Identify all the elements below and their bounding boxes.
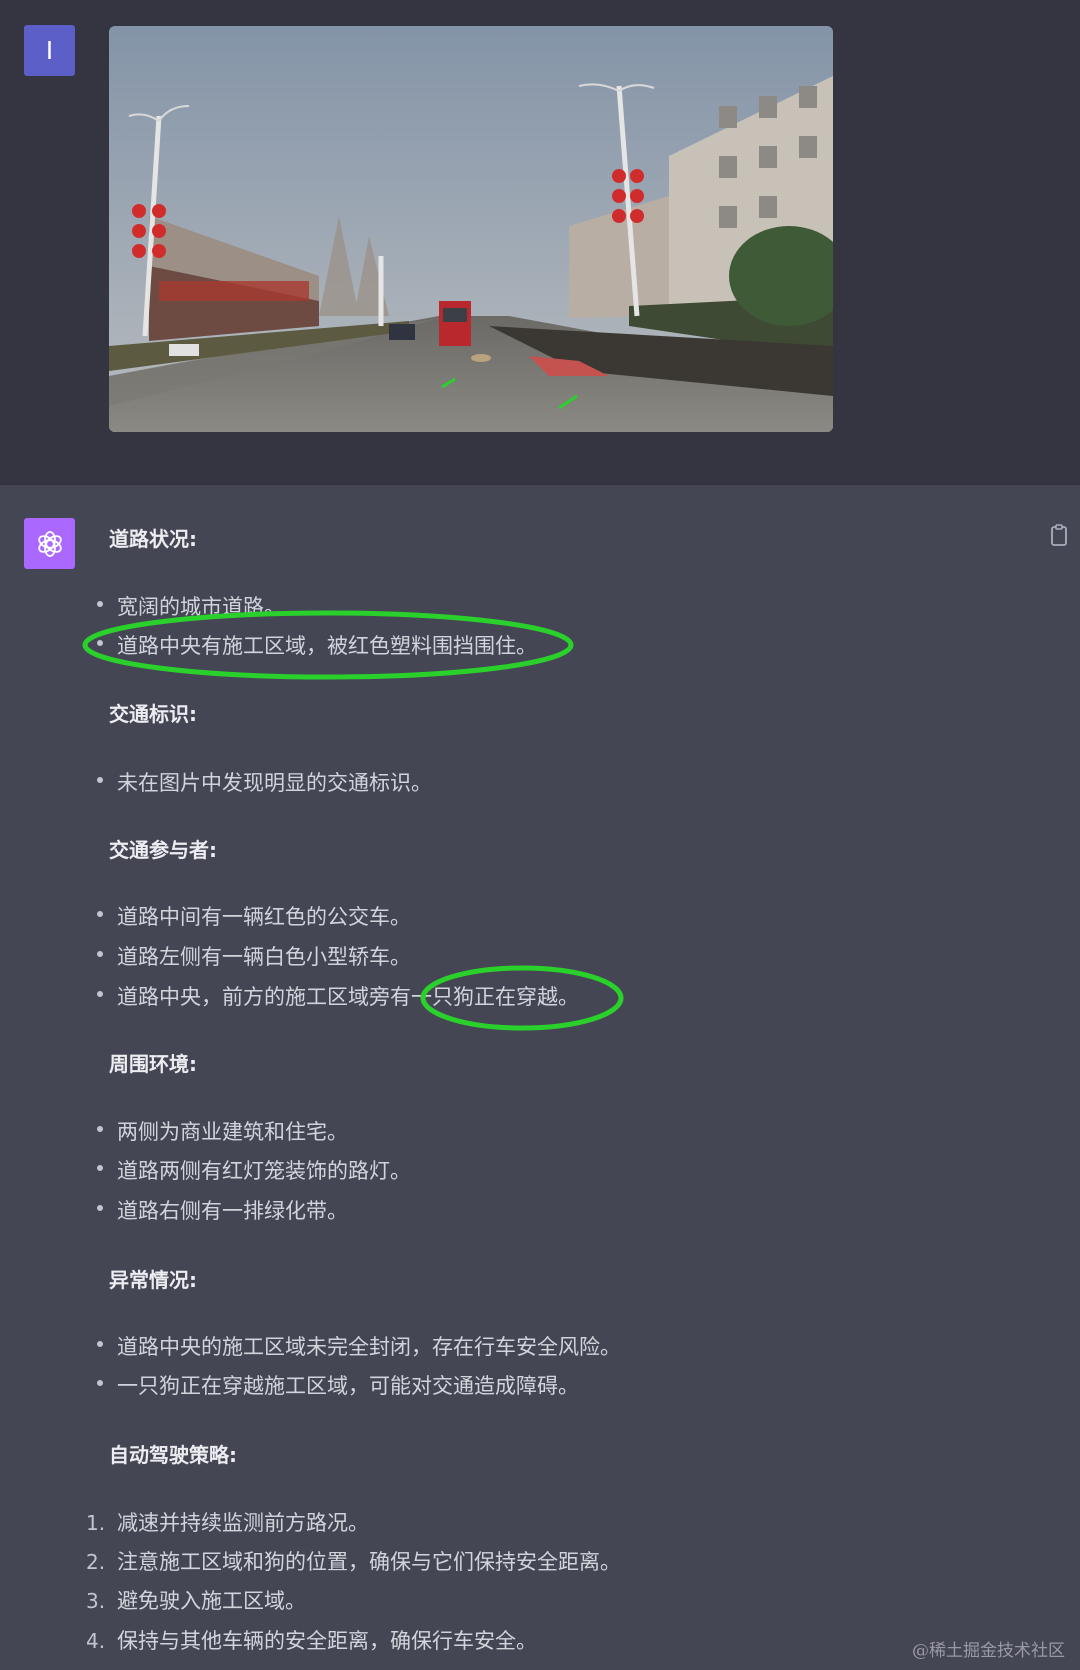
user-message: I <box>0 0 1080 485</box>
list-item: 道路两侧有红灯笼装饰的路灯。 <box>117 1159 411 1183</box>
list-item: 注意施工区域和狗的位置，确保与它们保持安全距离。 <box>117 1550 621 1574</box>
bullet-dot <box>97 1205 103 1211</box>
list-item: 道路中央，前方的施工区域旁有一只狗正在穿越。 <box>117 985 579 1009</box>
list-item: 道路中央的施工区域未完全封闭，存在行车安全风险。 <box>117 1335 621 1359</box>
section-heading: 道路状况: <box>109 527 197 551</box>
user-avatar: I <box>24 25 75 76</box>
bullet-dot <box>97 1380 103 1386</box>
bullet-dot <box>97 777 103 783</box>
list-item: 未在图片中发现明显的交通标识。 <box>117 771 432 795</box>
list-number: 2. <box>86 1550 106 1574</box>
list-item: 两侧为商业建筑和住宅。 <box>117 1120 348 1144</box>
bullet-dot <box>97 991 103 997</box>
list-item: 宽阔的城市道路。 <box>117 595 285 619</box>
bullet-dot <box>97 640 103 646</box>
bullet-dot <box>97 1341 103 1347</box>
section-heading: 交通标识: <box>109 702 197 726</box>
section-heading: 异常情况: <box>109 1268 197 1292</box>
bullet-dot <box>97 951 103 957</box>
list-item: 道路左侧有一辆白色小型轿车。 <box>117 945 411 969</box>
section-heading: 自动驾驶策略: <box>109 1443 237 1467</box>
list-number: 4. <box>86 1629 106 1653</box>
openai-logo-icon <box>37 530 62 557</box>
list-item: 减速并持续监测前方路况。 <box>117 1511 369 1535</box>
clipboard-icon[interactable] <box>1050 524 1068 546</box>
list-item: 保持与其他车辆的安全距离，确保行车安全。 <box>117 1629 537 1653</box>
section-heading: 周围环境: <box>109 1052 197 1076</box>
list-item: 道路右侧有一排绿化带。 <box>117 1199 348 1223</box>
bullet-dot <box>97 1165 103 1171</box>
assistant-avatar <box>24 518 75 569</box>
bullet-dot <box>97 601 103 607</box>
section-heading: 交通参与者: <box>109 838 217 862</box>
bullet-dot <box>97 911 103 917</box>
list-item: 一只狗正在穿越施工区域，可能对交通造成障碍。 <box>117 1374 579 1398</box>
watermark: @稀土掘金技术社区 <box>912 1641 1065 1661</box>
bullet-dot <box>97 1126 103 1132</box>
list-item: 道路中间有一辆红色的公交车。 <box>117 905 411 929</box>
list-item: 道路中央有施工区域，被红色塑料围挡围住。 <box>117 634 537 658</box>
list-number: 1. <box>86 1511 106 1535</box>
street-scene-image <box>109 26 833 432</box>
list-item: 避免驶入施工区域。 <box>117 1589 306 1613</box>
list-number: 3. <box>86 1589 106 1613</box>
